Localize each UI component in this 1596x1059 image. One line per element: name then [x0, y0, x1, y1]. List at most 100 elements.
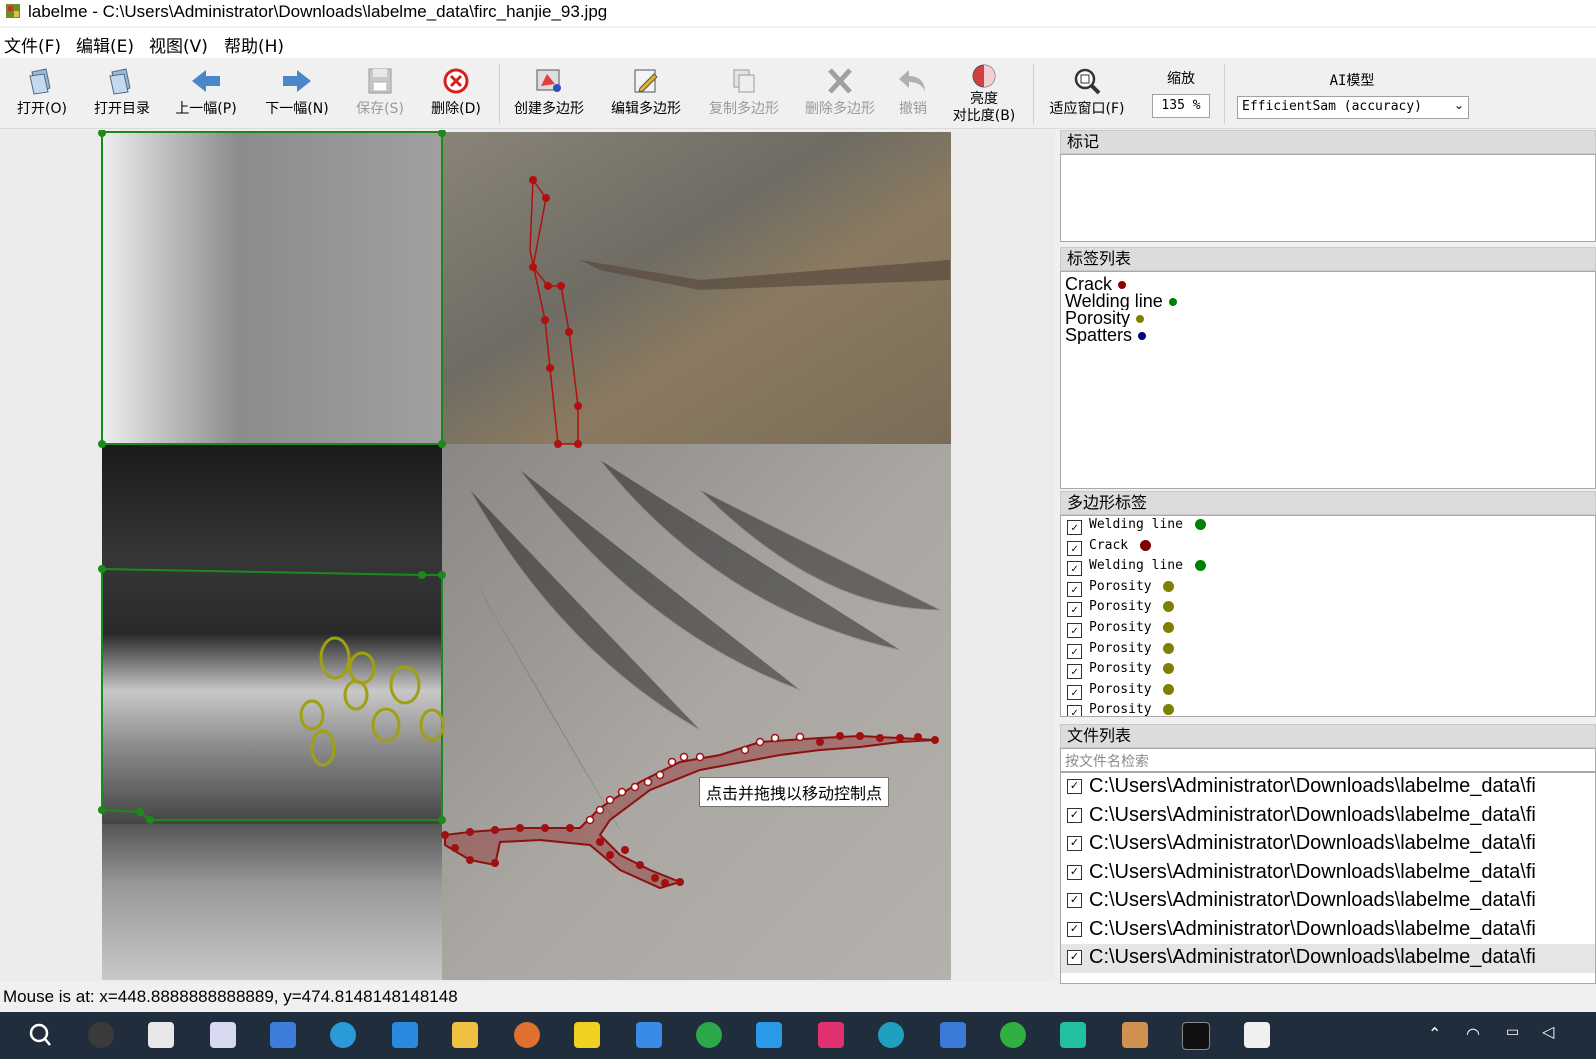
- undo-button[interactable]: 撤销: [890, 58, 936, 128]
- open-file-icon: [29, 68, 51, 95]
- volume-icon[interactable]: ◁: [1542, 1022, 1554, 1041]
- polygon-checkbox[interactable]: ✓: [1067, 664, 1082, 680]
- labels-dock: 标签列表 Crack Welding line Porosity Spatter…: [1060, 247, 1596, 489]
- file-item-selected[interactable]: ✓ C:\Users\Administrator\Downloads\labelm…: [1061, 944, 1595, 973]
- label-item-crack[interactable]: Crack: [1061, 276, 1595, 293]
- lark-app-icon[interactable]: [756, 1022, 782, 1048]
- folder-icon[interactable]: [452, 1022, 478, 1048]
- polygon-item[interactable]: ✓ Porosity: [1061, 640, 1595, 661]
- polygon-color-dot: [1163, 683, 1174, 695]
- polygon-item[interactable]: ✓ Welding line: [1061, 516, 1595, 537]
- label-item-welding-line[interactable]: Welding line: [1061, 293, 1595, 310]
- polygon-color-dot: [1163, 580, 1174, 592]
- edge-browser-icon[interactable]: [878, 1022, 904, 1048]
- blue-app-icon[interactable]: [270, 1022, 296, 1048]
- file-checkbox[interactable]: ✓: [1067, 921, 1082, 937]
- polygon-item[interactable]: ✓ Crack: [1061, 537, 1595, 558]
- polygon-item[interactable]: ✓ Porosity: [1061, 660, 1595, 681]
- prev-image-button[interactable]: 上一幅(P): [168, 58, 244, 128]
- polygon-item[interactable]: ✓ Welding line: [1061, 557, 1595, 578]
- wechat-app-icon[interactable]: [1000, 1022, 1026, 1048]
- label-item-spatters[interactable]: Spatters: [1061, 327, 1595, 344]
- next-image-button[interactable]: 下一幅(N): [258, 58, 336, 128]
- yellow-app-icon[interactable]: [574, 1022, 600, 1048]
- file-checkbox[interactable]: ✓: [1067, 807, 1082, 823]
- polygon-color-dot: [1163, 704, 1174, 716]
- blue-window-app-icon[interactable]: [940, 1022, 966, 1048]
- polygon-checkbox[interactable]: ✓: [1067, 602, 1082, 618]
- file-search-input[interactable]: 按文件名检索: [1060, 748, 1596, 772]
- polygon-checkbox[interactable]: ✓: [1067, 643, 1082, 659]
- search-icon[interactable]: [28, 1022, 52, 1048]
- create-polygon-button[interactable]: 创建多边形: [506, 58, 592, 128]
- image-tile-mid-left: [102, 444, 442, 824]
- flags-dock-title: 标记: [1060, 130, 1596, 154]
- file-list[interactable]: ✓ C:\Users\Administrator\Downloads\labelm…: [1060, 772, 1596, 984]
- polygon-item[interactable]: ✓ Porosity: [1061, 619, 1595, 640]
- fit-window-button[interactable]: 适应窗口(F): [1040, 58, 1134, 128]
- polygon-item[interactable]: ✓ Porosity: [1061, 578, 1595, 599]
- label-list[interactable]: Crack Welding line Porosity Spatters: [1060, 271, 1596, 489]
- file-item[interactable]: ✓ C:\Users\Administrator\Downloads\labelm…: [1061, 773, 1595, 802]
- orange-app-icon[interactable]: [514, 1022, 540, 1048]
- polygon-item[interactable]: ✓ Porosity: [1061, 701, 1595, 716]
- polygon-list[interactable]: ✓ Welding line ✓ Crack ✓ Welding line ✓ Poro…: [1060, 515, 1596, 717]
- open-dir-button[interactable]: 打开目录: [86, 58, 158, 128]
- copy-polygon-button[interactable]: 复制多边形: [700, 58, 788, 128]
- mail-app-icon[interactable]: [636, 1022, 662, 1048]
- save-button[interactable]: 保存(S): [348, 58, 412, 128]
- file-app-icon[interactable]: [1244, 1022, 1270, 1048]
- pycharm-app-icon[interactable]: [1060, 1022, 1086, 1048]
- polygon-item[interactable]: ✓ Porosity: [1061, 681, 1595, 702]
- open-button[interactable]: 打开(O): [8, 58, 76, 128]
- wifi-icon[interactable]: ◠: [1466, 1024, 1480, 1043]
- polygon-checkbox[interactable]: ✓: [1067, 705, 1082, 716]
- polygon-checkbox[interactable]: ✓: [1067, 520, 1082, 535]
- delete-file-button[interactable]: 删除(D): [424, 58, 488, 128]
- document-app-icon[interactable]: [210, 1022, 236, 1048]
- obs-app-icon[interactable]: [88, 1022, 114, 1048]
- file-checkbox[interactable]: ✓: [1067, 836, 1082, 851]
- file-item[interactable]: ✓ C:\Users\Administrator\Downloads\labelm…: [1061, 887, 1595, 916]
- create-polygon-icon: [536, 69, 561, 92]
- flags-list[interactable]: [1060, 154, 1596, 242]
- browser-app-icon[interactable]: [696, 1022, 722, 1048]
- polygon-checkbox[interactable]: ✓: [1067, 684, 1082, 700]
- polygon-checkbox[interactable]: ✓: [1067, 581, 1082, 597]
- ai-model-select[interactable]: EfficientSam (accuracy) ⌄: [1237, 96, 1469, 119]
- file-checkbox[interactable]: ✓: [1067, 864, 1082, 880]
- upx-app-icon[interactable]: [148, 1022, 174, 1048]
- file-checkbox[interactable]: ✓: [1067, 779, 1082, 794]
- file-item[interactable]: ✓ C:\Users\Administrator\Downloads\labelm…: [1061, 916, 1595, 945]
- delete-polygon-button[interactable]: 删除多边形: [797, 58, 883, 128]
- brightness-contrast-button[interactable]: 亮度 对比度(B): [944, 58, 1024, 128]
- polygon-checkbox[interactable]: ✓: [1067, 622, 1082, 638]
- edit-polygon-button[interactable]: 编辑多边形: [602, 58, 690, 128]
- file-item[interactable]: ✓ C:\Users\Administrator\Downloads\labelm…: [1061, 859, 1595, 888]
- label-item-porosity[interactable]: Porosity: [1061, 310, 1595, 327]
- file-checkbox[interactable]: ✓: [1067, 950, 1082, 965]
- menu-view[interactable]: 视图(V): [149, 32, 208, 57]
- mouse-position-status: Mouse is at: x=448.8888888888889, y=474.…: [3, 987, 458, 1006]
- video-app-icon[interactable]: [818, 1022, 844, 1048]
- store-app-icon[interactable]: [392, 1022, 418, 1048]
- k-app-icon[interactable]: [330, 1022, 356, 1048]
- polygon-item[interactable]: ✓ Porosity: [1061, 598, 1595, 619]
- image-canvas[interactable]: 点击并拖拽以移动控制点: [0, 130, 1055, 982]
- menu-file[interactable]: 文件(F): [4, 32, 61, 57]
- zoom-label: 缩放: [1167, 71, 1195, 87]
- file-item[interactable]: ✓ C:\Users\Administrator\Downloads\labelm…: [1061, 830, 1595, 859]
- menu-help[interactable]: 帮助(H): [224, 32, 284, 57]
- battery-icon[interactable]: ▭: [1506, 1024, 1519, 1040]
- terminal-app-icon[interactable]: [1182, 1022, 1210, 1050]
- menu-edit[interactable]: 编辑(E): [76, 32, 134, 57]
- file-item[interactable]: ✓ C:\Users\Administrator\Downloads\labelm…: [1061, 802, 1595, 831]
- toolbar: 打开(O) 打开目录 上一幅(P) 下一幅(N) 保存(S) 删除(D) 创建多…: [0, 58, 1596, 129]
- chevron-up-icon[interactable]: ⌃: [1428, 1024, 1441, 1043]
- polygon-checkbox[interactable]: ✓: [1067, 561, 1082, 577]
- file-checkbox[interactable]: ✓: [1067, 893, 1082, 908]
- image-tile-bottom-left: [102, 824, 442, 980]
- zoom-spinbox[interactable]: 135 %: [1152, 94, 1210, 118]
- box-app-icon[interactable]: [1122, 1022, 1148, 1048]
- polygon-checkbox[interactable]: ✓: [1067, 540, 1082, 556]
